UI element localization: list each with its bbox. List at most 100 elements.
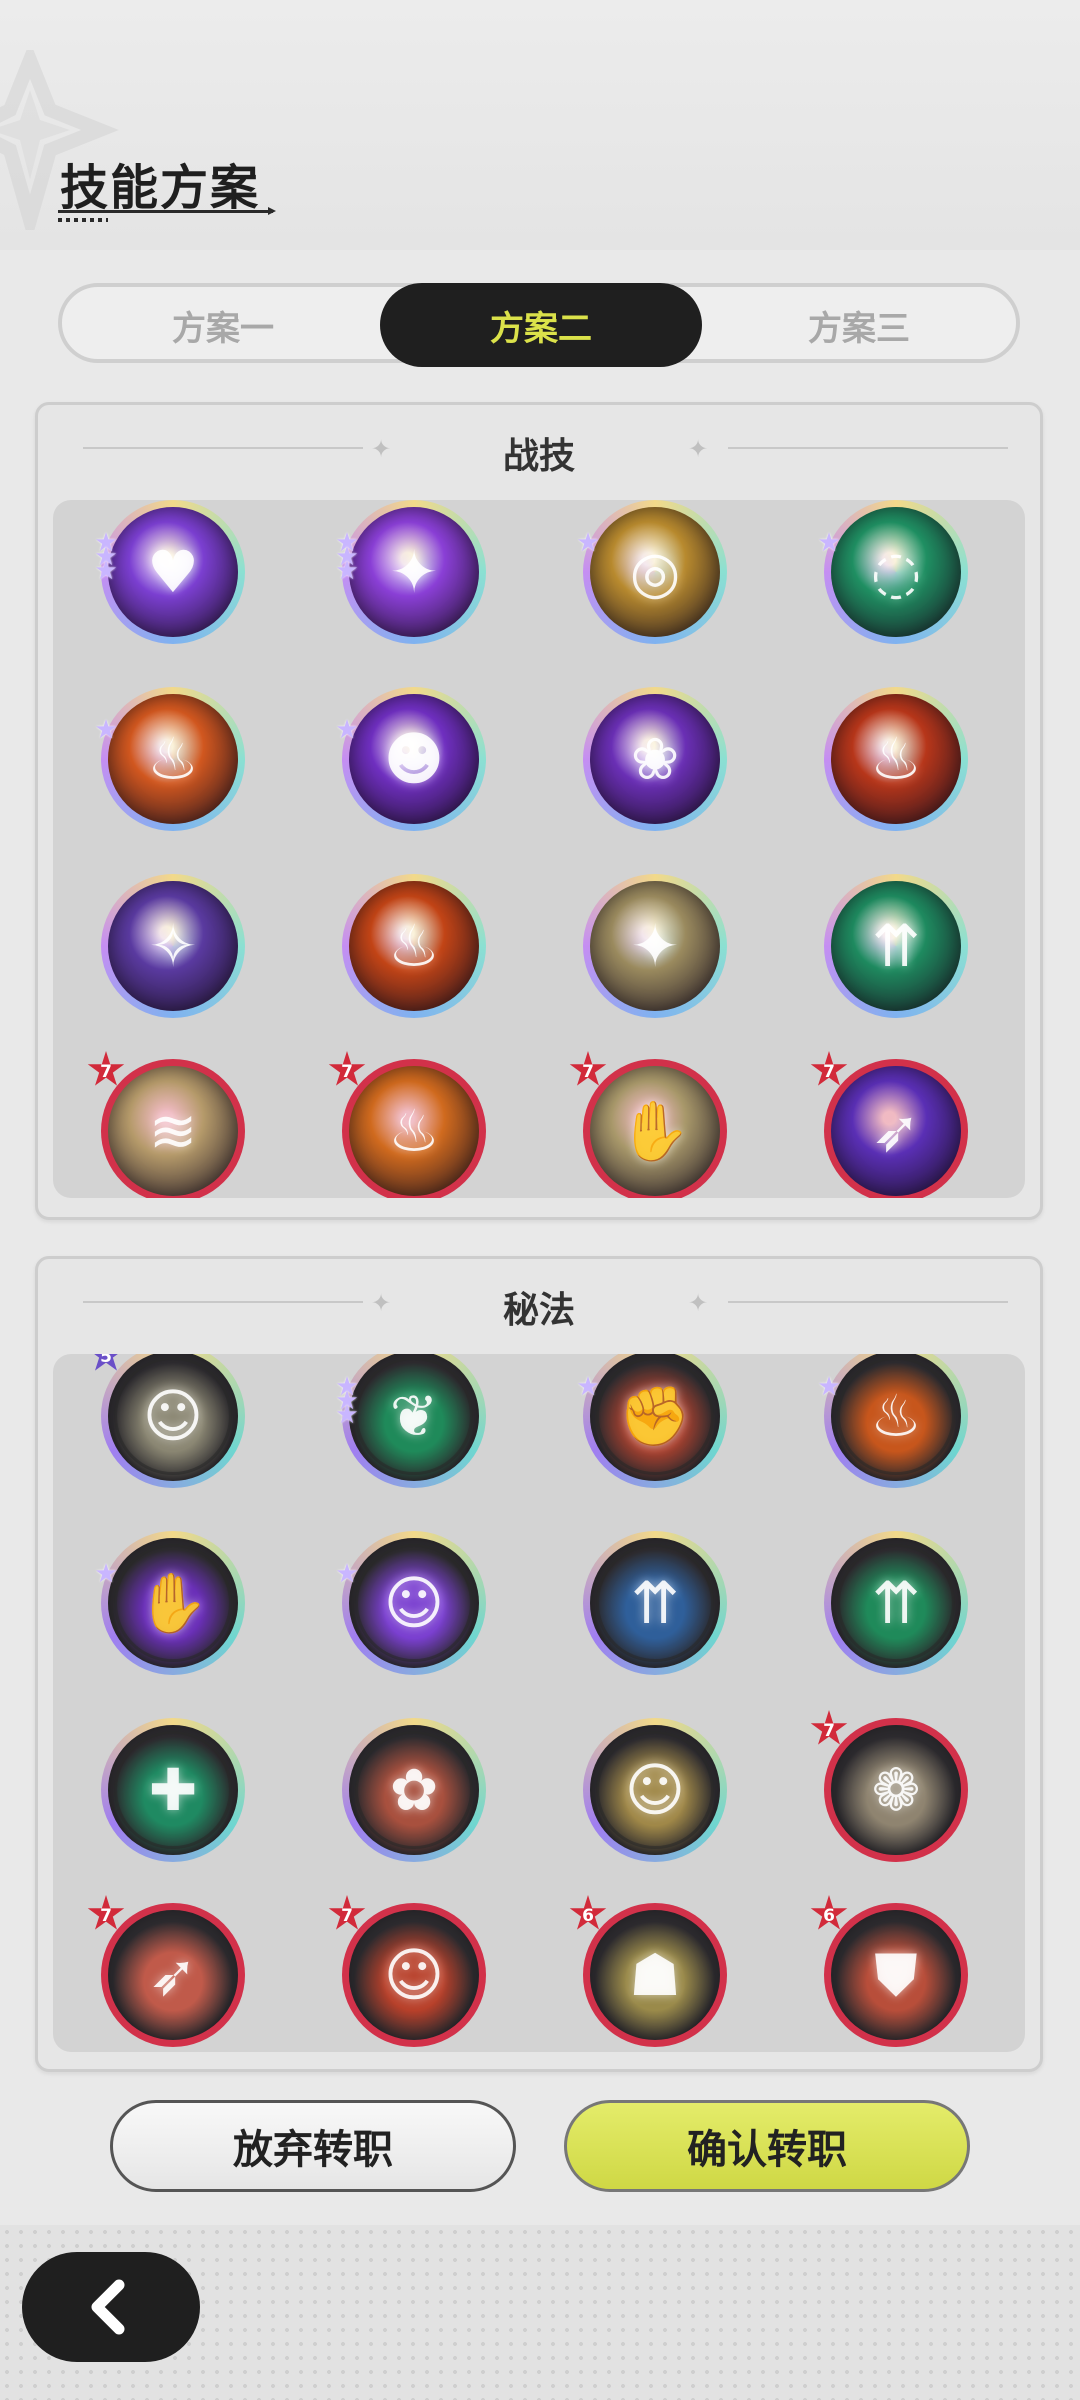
skill-glyph: ♨ <box>870 725 922 793</box>
title-underline <box>58 210 273 213</box>
skill-glyph: ⛊ <box>874 1940 918 2009</box>
purple-aura-figure-icon: ☺ <box>349 1538 479 1668</box>
combat-skill-slot[interactable]: ♥ ★ ★ ★ <box>94 500 245 644</box>
secret-skill-slot[interactable]: ☺ 7 <box>328 1895 486 2047</box>
combat-skill-slot[interactable]: ♨ <box>342 874 486 1018</box>
skill-glyph: ➶ <box>148 1941 198 2009</box>
plan-tabs: 方案一 方案二 方案三 <box>58 283 1020 367</box>
secret-skill-slot[interactable]: ♨ ★ <box>817 1354 968 1488</box>
sparkle-icon: ✦ <box>688 435 709 463</box>
secret-skills-title: 秘法 <box>502 1290 575 1331</box>
purple-ghost-icon: ☻ <box>349 694 479 824</box>
skill-glyph: ♨ <box>147 725 199 793</box>
secret-skill-slot[interactable]: ✿ <box>342 1718 486 1862</box>
title-underline-arrow <box>268 207 276 215</box>
purple-roses-icon: ❀ <box>590 694 720 824</box>
tab-plan-2[interactable]: 方案二 <box>380 283 702 367</box>
skill-glyph: ◌ <box>870 538 922 606</box>
red-armor-icon: ⛊ <box>831 1910 961 2040</box>
combat-skill-slot[interactable]: ◎ ★ <box>576 500 727 644</box>
skill-glyph: ≋ <box>148 1097 198 1165</box>
fire-aura-figure-icon: ♨ <box>831 1354 961 1481</box>
skill-glyph: ☺ <box>142 1382 204 1450</box>
secret-skill-slot[interactable]: ⇈ <box>824 1531 968 1675</box>
secret-skill-slot[interactable]: ⛊ 6 <box>810 1895 968 2047</box>
combat-skill-slot[interactable]: ✋ 7 <box>569 1051 727 1198</box>
green-orbit-icon: ◌ <box>831 507 961 637</box>
rank-star-icon: ★ <box>335 1559 359 1589</box>
tab-plan-3[interactable]: 方案三 <box>698 283 1020 367</box>
combat-skills-panel: ✦ 战技 ✦ ♥ ★ ★ ★ ✦ ★ ★ ★ ◎ ★ ◌ ★ ♨ ★ ☻ ★ ❀ ♨ ✧ ♨ ✦ ⇈ ≋ 7 ♨ 7 ✋ 7 ➶ 7 <box>35 402 1043 1220</box>
combat-skill-slot[interactable]: ♨ 7 <box>328 1051 486 1198</box>
combat-skill-slot[interactable]: ➶ 7 <box>810 1051 968 1198</box>
combat-skill-slot[interactable]: ❀ <box>583 687 727 831</box>
skill-glyph: ☻ <box>383 725 445 793</box>
title-dots <box>58 218 108 222</box>
combat-skill-slot[interactable]: ☻ ★ <box>335 687 486 831</box>
green-leaf-arrows-icon: ⇈ <box>831 1538 961 1668</box>
combat-skill-slot[interactable]: ✧ <box>101 874 245 1018</box>
combat-skill-slot[interactable]: ⇈ <box>824 874 968 1018</box>
green-arrows-up-icon: ⇈ <box>831 881 961 1011</box>
secret-skill-slot[interactable]: ❁ 7 <box>810 1710 968 1862</box>
combat-skill-slot[interactable]: ≋ 7 <box>87 1051 245 1198</box>
skill-glyph: ♥ <box>147 538 199 606</box>
combat-skill-slot[interactable]: ◌ ★ <box>817 500 968 644</box>
secret-skill-slot[interactable]: ☺ <box>583 1718 727 1862</box>
fire-figure-icon: ♨ <box>108 694 238 824</box>
confirm-class-change-button[interactable]: 确认转职 <box>564 2100 970 2192</box>
red-wind-slash-icon: ➶ <box>108 1910 238 2040</box>
secret-skill-slot[interactable]: ❦ ★ ★ ★ <box>335 1354 486 1488</box>
green-heal-plus-icon: ✚ <box>108 1725 238 1855</box>
secret-skill-slot[interactable]: ✊ ★ <box>576 1354 727 1488</box>
back-button[interactable] <box>22 2252 200 2362</box>
combat-skill-slot[interactable]: ♨ <box>824 687 968 831</box>
skill-glyph: ✋ <box>136 1568 210 1637</box>
golden-star-burst-icon: ✦ <box>590 881 720 1011</box>
skill-glyph: ⇈ <box>871 912 921 980</box>
green-leaf-icon: ❦ <box>349 1354 479 1481</box>
skill-glyph: ✧ <box>148 912 198 980</box>
skill-glyph: ✋ <box>618 1096 692 1165</box>
combat-skill-slot[interactable]: ✦ <box>583 874 727 1018</box>
back-arrow-icon <box>91 2279 125 2335</box>
skill-glyph: ➶ <box>871 1097 921 1165</box>
secret-skill-slot[interactable]: ☺ 5 <box>87 1354 245 1488</box>
skill-glyph: ☺ <box>383 1569 445 1637</box>
combat-skills-grid: ♥ ★ ★ ★ ✦ ★ ★ ★ ◎ ★ ◌ ★ ♨ ★ ☻ ★ ❀ ♨ ✧ ♨ ✦ ⇈ ≋ 7 ♨ 7 ✋ 7 ➶ 7 <box>53 500 1025 1198</box>
combat-skill-slot[interactable]: ✦ ★ ★ ★ <box>335 500 486 644</box>
secret-skill-slot[interactable]: ⇈ <box>583 1531 727 1675</box>
combat-skill-slot[interactable]: ♨ ★ <box>94 687 245 831</box>
header: 技能方案 <box>0 0 1080 250</box>
divider-line <box>728 1301 1008 1303</box>
rank-star-icon: ★ <box>94 1559 118 1589</box>
purple-heart-burst-icon: ♥ <box>108 507 238 637</box>
skill-glyph: ✿ <box>389 1756 439 1824</box>
golden-shield-figure-icon: ☺ <box>590 1725 720 1855</box>
fire-slash-icon: ♨ <box>349 881 479 1011</box>
skill-glyph: ♨ <box>388 912 440 980</box>
secret-skill-slot[interactable]: ➶ 7 <box>87 1895 245 2047</box>
divider-line <box>728 447 1008 449</box>
rank-star-icon: ★ <box>335 1400 359 1430</box>
purple-shadow-claw-icon: ✧ <box>108 881 238 1011</box>
abandon-class-change-button[interactable]: 放弃转职 <box>110 2100 516 2192</box>
purple-flame-hand-icon: ✋ <box>108 1538 238 1668</box>
secret-skill-slot[interactable]: ✋ ★ <box>94 1531 245 1675</box>
rank-star-icon: ★ <box>576 1372 600 1402</box>
skill-glyph: ☗ <box>629 1941 681 2009</box>
skill-glyph: ✦ <box>630 912 680 980</box>
tab-plan-1[interactable]: 方案一 <box>62 283 384 367</box>
secret-skill-slot[interactable]: ✚ <box>101 1718 245 1862</box>
blue-crystal-arrows-icon: ⇈ <box>590 1538 720 1668</box>
skill-glyph: ♨ <box>388 1097 440 1165</box>
skill-glyph: ❁ <box>871 1756 921 1824</box>
skill-glyph: ♨ <box>870 1382 922 1450</box>
red-power-figure-icon: ☺ <box>349 1910 479 2040</box>
silver-lotus-icon: ❁ <box>831 1725 961 1855</box>
rank-star-icon: ★ <box>576 528 600 558</box>
secret-skill-slot[interactable]: ☗ 6 <box>569 1895 727 2047</box>
secret-skill-slot[interactable]: ☺ ★ <box>335 1531 486 1675</box>
skill-glyph: ✊ <box>618 1381 692 1450</box>
rank-star-icon: ★ <box>335 715 359 745</box>
